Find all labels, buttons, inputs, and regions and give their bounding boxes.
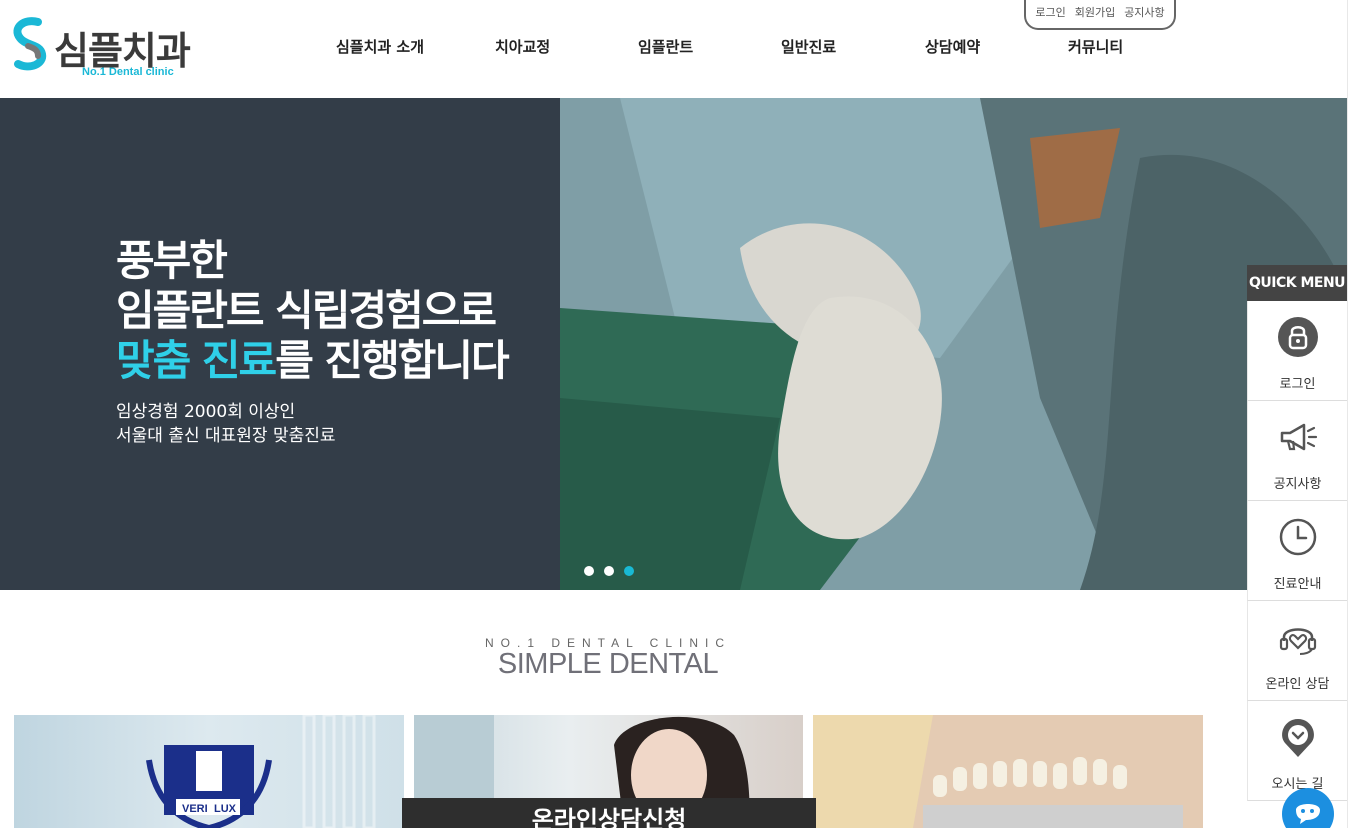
dentures-photo	[813, 715, 1203, 828]
slider-dot-3[interactable]	[624, 566, 634, 576]
nav-item-about[interactable]: 심플치과 소개	[336, 36, 424, 57]
hero-highlight: 맞춤 진료	[116, 336, 277, 385]
nav-item-reservation[interactable]: 상담예약	[925, 36, 980, 57]
logo[interactable]: 심플치과 No.1 Dental clinic	[8, 14, 218, 84]
util-signup-link[interactable]: 회원가입	[1075, 4, 1115, 28]
location-pin-icon	[1282, 719, 1314, 757]
university-seal-icon: VERI LUX	[146, 715, 376, 828]
hero-headline-3: 맞춤 진료를 진행합니다	[116, 336, 510, 386]
hero-copy: 풍부한 임플란트 식립경험으로 맞춤 진료를 진행합니다 임상경험 2000회 …	[116, 236, 510, 448]
slider-dot-1[interactable]	[584, 566, 594, 576]
util-login-link[interactable]: 로그인	[1035, 4, 1065, 28]
quick-notice[interactable]: 공지사항	[1247, 401, 1347, 501]
site-header: 심플치과 No.1 Dental clinic 로그인 회원가입 공지사항 심플…	[0, 0, 1348, 98]
slider-dot-2[interactable]	[604, 566, 614, 576]
megaphone-icon	[1280, 423, 1318, 451]
nav-item-orthodontics[interactable]: 치아교정	[495, 36, 550, 57]
seal-text-lux: LUX	[214, 803, 237, 815]
hero-photo	[560, 98, 1348, 590]
quick-login[interactable]: 로그인	[1247, 301, 1347, 401]
quick-menu-title: QUICK MENU	[1247, 265, 1347, 301]
clock-icon	[1279, 518, 1317, 556]
quick-login-label: 로그인	[1279, 377, 1316, 392]
quick-hours[interactable]: 진료안내	[1247, 501, 1347, 601]
hero-headline-2: 임플란트 식립경험으로	[116, 286, 497, 335]
chat-button[interactable]	[1282, 788, 1334, 828]
utility-links: 로그인 회원가입 공지사항	[1024, 0, 1176, 30]
hero-headline-3-rest: 를 진행합니다	[275, 336, 509, 385]
section-title: SIMPLE DENTAL	[497, 648, 719, 680]
card-university[interactable]: VERI LUX	[14, 715, 404, 828]
quick-location[interactable]: 오시는 길	[1247, 701, 1347, 801]
hero-subtext-2: 서울대 출신 대표원장 맞춤진료	[116, 426, 336, 446]
quick-notice-label: 공지사항	[1273, 477, 1322, 492]
seal-text-veri: VERI	[182, 803, 208, 815]
nav-item-general[interactable]: 일반진료	[781, 36, 836, 57]
chat-bubble-icon	[1296, 804, 1320, 824]
headset-heart-icon	[1279, 628, 1317, 655]
quick-menu: QUICK MENU 로그인 공지사항 진료안내 온라인 상담 오시는 길	[1247, 265, 1347, 828]
hero-slider: 풍부한 임플란트 식립경험으로 맞춤 진료를 진행합니다 임상경험 2000회 …	[0, 98, 1348, 590]
slider-pagination	[584, 566, 634, 576]
logo-mark-icon	[13, 17, 47, 71]
card-dentures[interactable]	[813, 715, 1203, 828]
nav-item-implant[interactable]: 임플란트	[638, 36, 693, 57]
hero-subtext-1: 임상경험 2000회 이상인	[116, 402, 296, 422]
nav-item-community[interactable]: 커뮤니티	[1068, 36, 1123, 57]
logo-tagline: No.1 Dental clinic	[82, 66, 174, 78]
hero-headline-1: 풍부한	[116, 236, 228, 285]
hero-surgery-image	[560, 98, 1348, 590]
lock-icon	[1278, 317, 1318, 357]
hero-subtext: 임상경험 2000회 이상인 서울대 출신 대표원장 맞춤진료	[116, 400, 508, 448]
quick-hours-label: 진료안내	[1273, 577, 1322, 592]
quick-online-consult-label: 온라인 상담	[1265, 677, 1330, 692]
util-notice-link[interactable]: 공지사항	[1124, 4, 1164, 28]
online-consult-banner[interactable]: 온라인상담신청	[402, 798, 816, 828]
quick-online-consult[interactable]: 온라인 상담	[1247, 601, 1347, 701]
